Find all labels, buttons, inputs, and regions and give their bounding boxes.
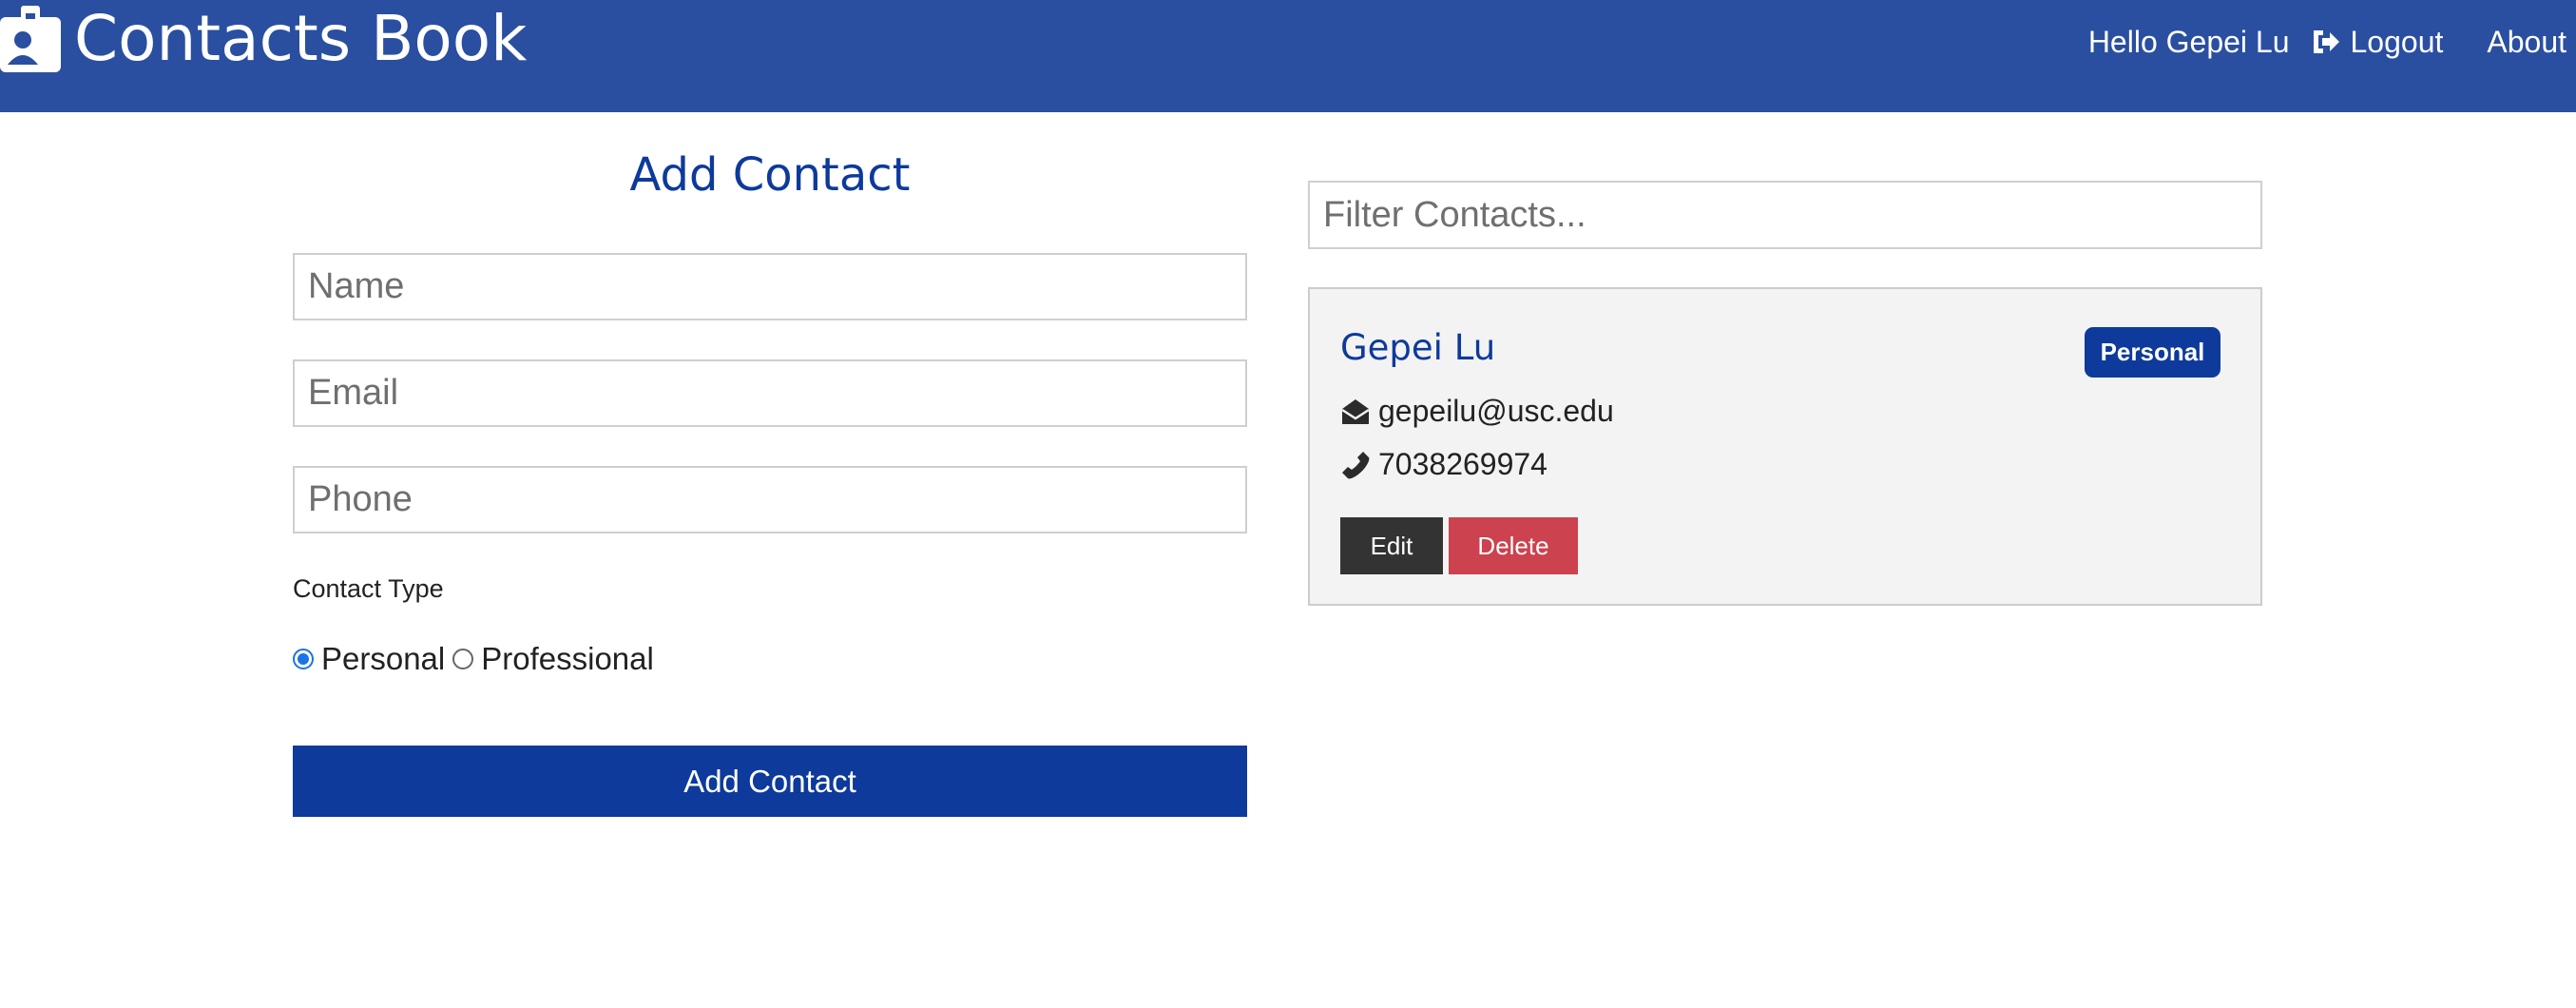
edit-button[interactable]: Edit <box>1340 517 1443 574</box>
logout-label: Logout <box>2350 24 2444 59</box>
contact-card-icon <box>0 6 61 72</box>
navbar: Contacts Book Hello Gepei Lu Logout Abou… <box>0 0 2576 112</box>
nav-links: Hello Gepei Lu Logout About <box>2088 21 2566 63</box>
form-heading: Add Contact <box>629 148 911 202</box>
about-link[interactable]: About <box>2487 25 2566 60</box>
contact-phone: 7038269974 <box>1378 447 1548 481</box>
email-input[interactable] <box>293 359 1247 427</box>
contact-card: Gepei Lu Personal gepeilu@usc.edu 703826… <box>1308 287 2262 606</box>
phone-icon <box>1342 451 1370 478</box>
sign-out-icon <box>2313 30 2339 53</box>
logout-link[interactable]: Logout <box>2311 24 2444 60</box>
user-greeting: Hello Gepei Lu <box>2087 24 2290 59</box>
envelope-open-icon <box>1341 398 1370 424</box>
delete-button[interactable]: Delete <box>1449 517 1578 574</box>
contact-type-label: Contact Type <box>293 574 444 603</box>
add-contact-button[interactable]: Add Contact <box>293 746 1247 817</box>
professional-radio-label[interactable]: Professional <box>481 641 654 677</box>
contact-phone-row: 7038269974 <box>1340 447 1548 482</box>
contact-type-radios: Personal Professional <box>293 641 662 677</box>
filter-input[interactable] <box>1308 181 2262 249</box>
app-title: Contacts Book <box>74 2 528 75</box>
contact-email-row: gepeilu@usc.edu <box>1340 394 1614 429</box>
contact-name: Gepei Lu <box>1340 327 1496 368</box>
name-input[interactable] <box>293 253 1247 320</box>
personal-radio-label[interactable]: Personal <box>321 641 445 677</box>
contact-email: gepeilu@usc.edu <box>1378 394 1614 428</box>
contact-type-badge: Personal <box>2085 327 2220 378</box>
brand[interactable]: Contacts Book <box>0 6 527 72</box>
professional-radio[interactable] <box>452 649 474 669</box>
phone-input[interactable] <box>293 466 1247 533</box>
personal-radio[interactable] <box>293 649 314 669</box>
